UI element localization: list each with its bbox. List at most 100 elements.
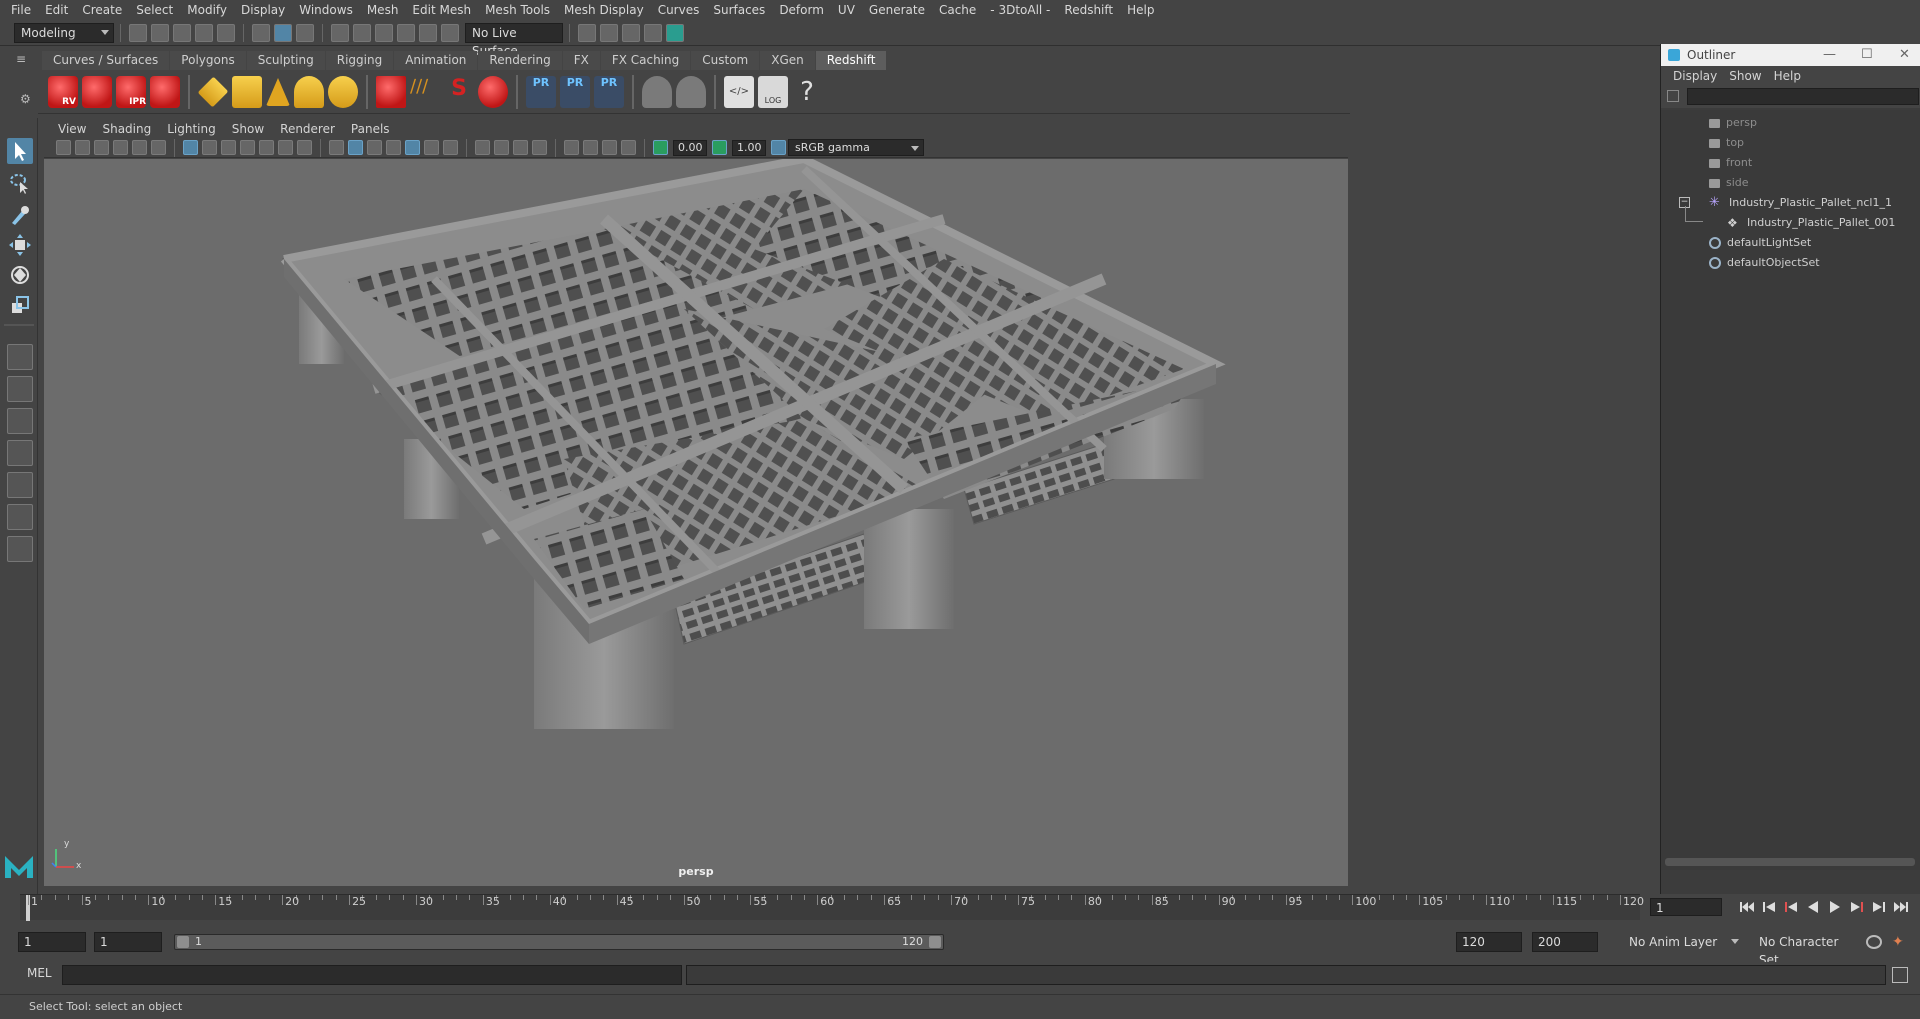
panel-menu-view[interactable]: View: [50, 120, 94, 138]
default-material-icon[interactable]: [367, 140, 382, 155]
step-back-frame-icon[interactable]: [1761, 900, 1777, 914]
play-backwards-icon[interactable]: [1805, 900, 1821, 914]
render-frame-icon[interactable]: [600, 23, 618, 42]
menu-file[interactable]: File: [4, 0, 38, 20]
mode-selector[interactable]: Modeling: [14, 22, 114, 43]
redshift-area-light-icon[interactable]: [197, 76, 229, 107]
redshift-bake-set-icon[interactable]: [676, 75, 706, 108]
menu-mesh[interactable]: Mesh: [360, 0, 406, 20]
animation-start-field[interactable]: 1: [18, 932, 86, 952]
undo-icon[interactable]: [195, 23, 213, 42]
gamma-field[interactable]: 1.00: [732, 139, 766, 156]
panel-menu-shading[interactable]: Shading: [94, 120, 159, 138]
shelf-tab-sculpting[interactable]: Sculpting: [246, 50, 325, 70]
snap-to-curve-icon[interactable]: [353, 23, 371, 42]
outliner-search-input[interactable]: [1687, 88, 1919, 105]
current-frame-field[interactable]: 1: [1650, 898, 1722, 916]
shelf-menu-icon[interactable]: ≡: [16, 52, 30, 66]
redshift-ies-light-icon[interactable]: [266, 77, 290, 106]
outliner-item-defaultobjectset[interactable]: defaultObjectSet: [1709, 254, 1820, 272]
xray-icon[interactable]: [583, 140, 598, 155]
live-surface-field[interactable]: No Live Surface: [465, 22, 563, 58]
select-by-component-icon[interactable]: [296, 23, 314, 42]
snap-to-grid-icon[interactable]: [331, 23, 349, 42]
motion-blur-icon[interactable]: [494, 140, 509, 155]
shelf-tab-rendering[interactable]: Rendering: [478, 50, 562, 70]
anti-aliasing-icon[interactable]: [513, 140, 528, 155]
redshift-log-icon[interactable]: LOG: [758, 75, 788, 108]
range-slider[interactable]: 1 120: [174, 934, 944, 950]
select-tool-icon[interactable]: [7, 138, 33, 164]
playback-start-field[interactable]: 1: [94, 932, 162, 952]
animation-preferences-icon[interactable]: ✦: [1892, 934, 1908, 950]
redshift-ipr-icon[interactable]: IPR: [116, 75, 146, 108]
use-all-lights-icon[interactable]: [424, 140, 439, 155]
character-set-selector[interactable]: No Character Set: [1752, 932, 1864, 967]
shelf-tab-curves-surfaces[interactable]: Curves / Surfaces: [42, 50, 170, 70]
safe-action-icon[interactable]: [278, 140, 293, 155]
gate-mask-icon[interactable]: [240, 140, 255, 155]
film-gate-icon[interactable]: [202, 140, 217, 155]
move-tool-icon[interactable]: [7, 232, 33, 258]
redshift-hair-icon[interactable]: ∕∕∕: [410, 76, 440, 108]
menu-3dtoall[interactable]: - 3DtoAll -: [983, 0, 1057, 20]
shelf-tab-rigging[interactable]: Rigging: [325, 50, 394, 70]
redshift-script-icon[interactable]: </>: [724, 75, 754, 108]
redshift-render-icon[interactable]: [82, 75, 112, 108]
hypershade-icon[interactable]: [666, 23, 684, 42]
outliner-filter-icon[interactable]: [1667, 90, 1679, 102]
go-to-end-icon[interactable]: [1893, 900, 1909, 914]
lasso-tool-icon[interactable]: [7, 170, 33, 196]
single-perspective-layout-icon[interactable]: [7, 344, 33, 370]
perspective-viewport[interactable]: y x persp: [44, 159, 1348, 886]
panel-menu-renderer[interactable]: Renderer: [272, 120, 343, 138]
persp-graph-layout-icon[interactable]: [7, 440, 33, 466]
xray-joints-icon[interactable]: [621, 140, 636, 155]
shelf-tab-fx-caching[interactable]: FX Caching: [600, 50, 691, 70]
menu-cache[interactable]: Cache: [932, 0, 983, 20]
more-layouts-icon[interactable]: [7, 536, 33, 562]
panel-menu-lighting[interactable]: Lighting: [159, 120, 224, 138]
render-settings-icon[interactable]: [644, 23, 662, 42]
outliner-menu-help[interactable]: Help: [1768, 66, 1807, 86]
image-plane-icon[interactable]: [113, 140, 128, 155]
time-slider[interactable]: 1 5 10 15 20 25 30 35 40 45 50 55 60 65 70 75 80 85 90 95 10…: [20, 894, 1644, 921]
step-back-key-icon[interactable]: [1783, 900, 1799, 914]
snap-together-icon[interactable]: [441, 23, 459, 42]
gamma-icon[interactable]: [712, 140, 727, 155]
redshift-curve-icon[interactable]: S: [444, 76, 474, 108]
exposure-icon[interactable]: [653, 140, 668, 155]
persp-outliner-layout-icon[interactable]: [7, 408, 33, 434]
outliner-menu-show[interactable]: Show: [1723, 66, 1767, 86]
depth-of-field-icon[interactable]: [532, 140, 547, 155]
range-slider-end-handle[interactable]: [929, 936, 941, 948]
redshift-proxy-icon[interactable]: [376, 75, 406, 108]
view-transform-selector[interactable]: sRGB gamma: [788, 139, 924, 156]
redshift-render-settings-icon[interactable]: [150, 75, 180, 108]
redshift-portal-light-icon[interactable]: [232, 75, 262, 108]
custom-layout-icon[interactable]: [7, 504, 33, 530]
snap-to-view-plane-icon[interactable]: [397, 23, 415, 42]
redshift-pr-import-icon[interactable]: PR: [560, 75, 590, 108]
paint-select-tool-icon[interactable]: [7, 202, 33, 228]
grease-pencil-icon[interactable]: [151, 140, 166, 155]
screen-space-ao-icon[interactable]: [475, 140, 490, 155]
menu-uv[interactable]: UV: [831, 0, 862, 20]
outliner-item-front[interactable]: front: [1709, 154, 1752, 172]
bookmarks-icon[interactable]: [94, 140, 109, 155]
shelf-tab-redshift[interactable]: Redshift: [815, 50, 887, 70]
redshift-help-icon[interactable]: ?: [792, 76, 822, 108]
auto-key-icon[interactable]: [1866, 935, 1882, 949]
resolution-gate-icon[interactable]: [221, 140, 236, 155]
safe-title-icon[interactable]: [297, 140, 312, 155]
redshift-render-view-icon[interactable]: RV: [48, 75, 78, 108]
menu-create[interactable]: Create: [75, 0, 129, 20]
step-forward-frame-icon[interactable]: [1871, 900, 1887, 914]
isolate-select-icon[interactable]: [564, 140, 579, 155]
range-slider-start-handle[interactable]: [177, 936, 189, 948]
persp-hypershade-layout-icon[interactable]: [7, 472, 33, 498]
menu-curves[interactable]: Curves: [651, 0, 707, 20]
outliner-item-top[interactable]: top: [1709, 134, 1744, 152]
menu-edit[interactable]: Edit: [38, 0, 75, 20]
close-icon[interactable]: ✕: [1899, 44, 1910, 66]
